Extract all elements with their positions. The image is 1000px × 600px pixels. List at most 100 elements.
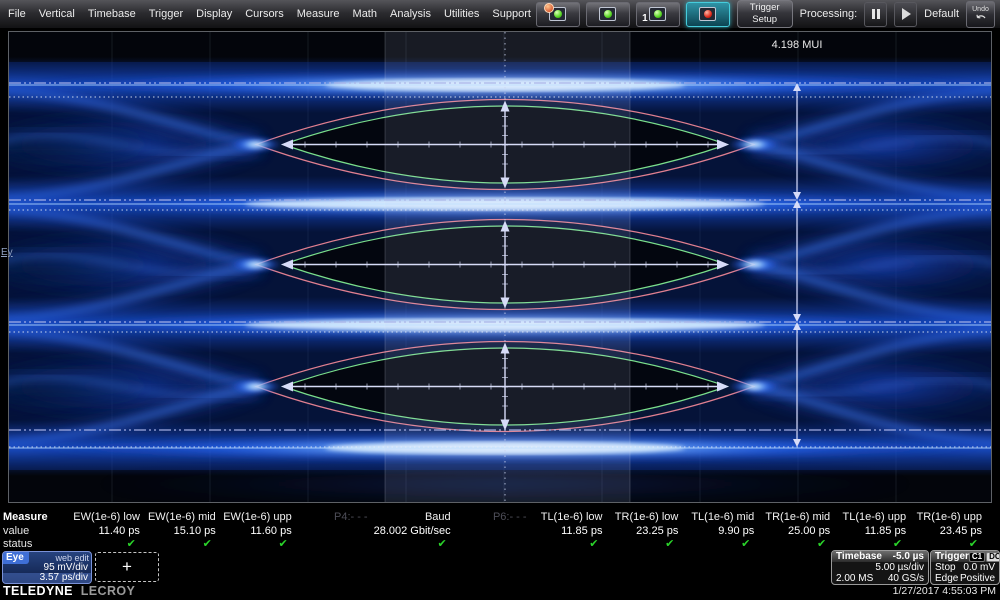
trace-name-tab[interactable]: Eye — [3, 552, 29, 564]
measure-col[interactable]: TR(1e-6) low23.25 ps✔ — [608, 511, 684, 550]
status-check-icon: ✔ — [222, 538, 298, 550]
green-indicator-dot — [654, 10, 662, 18]
measure-label: TL(1e-6) mid — [684, 511, 760, 525]
trigger-auto-button[interactable] — [536, 2, 580, 27]
timebase-descriptor[interactable]: Timebase -5.0 µs 5.00 µs/div 2.00 MS 40 … — [831, 550, 929, 585]
menu-item-cursors[interactable]: Cursors — [245, 8, 284, 20]
trigger-stop-button[interactable] — [686, 2, 730, 27]
measure-value: 11.85 ps — [533, 525, 609, 539]
red-indicator-dot — [704, 10, 712, 18]
trigger-descriptor[interactable]: Trigger C1 DC Stop 0.0 mV Edge Positive — [930, 550, 1000, 585]
trigger-setup-line1: Trigger — [738, 2, 792, 14]
trigger-coupling-badge: DC — [986, 552, 1000, 562]
status-check-icon: ✔ — [760, 538, 836, 550]
measure-label: P6:- - - — [457, 511, 533, 525]
resume-processing-button[interactable] — [894, 2, 917, 27]
status-check-icon: ✔ — [374, 538, 457, 550]
measure-col[interactable]: TL(1e-6) low11.85 ps✔ — [533, 511, 609, 550]
measure-label: EW(1e-6) mid — [146, 511, 222, 525]
measure-value: 9.90 ps — [684, 525, 760, 539]
eye-diagram-scene — [9, 32, 991, 502]
row-label-measure: Measure — [3, 511, 48, 525]
measure-columns: EW(1e-6) low11.40 ps✔EW(1e-6) mid15.10 p… — [70, 511, 988, 550]
measure-col[interactable]: TL(1e-6) upp11.85 ps✔ — [836, 511, 912, 550]
pause-processing-button[interactable] — [864, 2, 887, 27]
trigger-normal-button[interactable] — [586, 2, 630, 27]
measure-value: 25.00 ps — [760, 525, 836, 539]
stop-trigger-icon — [699, 7, 716, 21]
auto-trigger-icon — [549, 7, 566, 21]
menu-item-trigger[interactable]: Trigger — [149, 8, 183, 20]
trigger-single-button[interactable]: 1 — [636, 2, 680, 27]
measure-col[interactable]: EW(1e-6) low11.40 ps✔ — [70, 511, 146, 550]
normal-trigger-icon — [599, 7, 616, 21]
menu-item-math[interactable]: Math — [353, 8, 377, 20]
menu-item-utilities[interactable]: Utilities — [444, 8, 479, 20]
measure-col[interactable]: P4:- - - — [298, 511, 374, 550]
trace-tag-label[interactable]: Ey — [1, 247, 13, 258]
measure-value: 15.10 ps — [146, 525, 222, 539]
menu-item-display[interactable]: Display — [196, 8, 232, 20]
measure-col[interactable]: Baud28.002 Gbit/sec✔ — [374, 511, 457, 550]
plus-icon: + — [122, 557, 132, 577]
measure-value — [298, 525, 374, 539]
brand-teledyne: TELEDYNE — [3, 584, 73, 598]
menu-item-support[interactable]: Support — [492, 8, 531, 20]
menu-item-timebase[interactable]: Timebase — [88, 8, 136, 20]
timebase-scale: 5.00 µs/div — [875, 562, 924, 573]
pause-icon — [872, 9, 875, 19]
measure-col[interactable]: P6:- - - — [457, 511, 533, 550]
datetime-label: 1/27/2017 4:55:03 PM — [893, 585, 996, 597]
measure-value: 11.85 ps — [836, 525, 912, 539]
eye-diagram-plot[interactable]: 4.198 MUI — [8, 31, 992, 503]
mui-cursor-label: 4.198 MUI — [772, 39, 823, 51]
trace-horizontal-scale: 3.57 ps/div — [3, 573, 91, 583]
status-check-icon: ✔ — [608, 538, 684, 550]
measure-col[interactable]: TR(1e-6) mid25.00 ps✔ — [760, 511, 836, 550]
row-label-status: status — [3, 538, 48, 552]
measure-label: TR(1e-6) mid — [760, 511, 836, 525]
toolbar: 1 Trigger Setup Processing: Default Undo — [536, 0, 1000, 28]
measure-value: 28.002 Gbit/sec — [374, 525, 457, 539]
status-empty — [457, 538, 533, 550]
measure-value: 11.40 ps — [70, 525, 146, 539]
menu-item-analysis[interactable]: Analysis — [390, 8, 431, 20]
measure-value: 11.60 ps — [222, 525, 298, 539]
alarm-clock-icon — [544, 3, 554, 13]
measure-col[interactable]: EW(1e-6) upp11.60 ps✔ — [222, 511, 298, 550]
trigger-setup-line2: Setup — [738, 14, 792, 26]
undo-button[interactable]: Undo — [966, 1, 995, 28]
measure-label: TR(1e-6) upp — [912, 511, 988, 525]
measure-col[interactable]: EW(1e-6) mid15.10 ps✔ — [146, 511, 222, 550]
measure-col[interactable]: TR(1e-6) upp23.45 ps✔ — [912, 511, 988, 550]
brand-lecroy: LECROY — [81, 584, 136, 598]
status-check-icon: ✔ — [912, 538, 988, 550]
eye-trace-descriptor[interactable]: Eye web edit 95 mV/div 3.57 ps/div — [2, 551, 92, 584]
trigger-mode-buttons: 1 — [536, 2, 730, 27]
measure-label: TL(1e-6) low — [533, 511, 609, 525]
green-indicator-dot — [554, 10, 562, 18]
status-check-icon: ✔ — [146, 538, 222, 550]
eye-diagram-svg[interactable]: 4.198 MUI — [9, 32, 991, 502]
oscilloscope-app: { "menu": { "items": ["File","Vertical",… — [0, 0, 1000, 600]
trigger-slope: Positive — [960, 573, 995, 584]
single-count-badge: 1 — [642, 13, 648, 24]
measure-value — [457, 525, 533, 539]
menu-item-file[interactable]: File — [8, 8, 26, 20]
trigger-type: Edge — [935, 573, 958, 584]
measure-label: TR(1e-6) low — [608, 511, 684, 525]
measure-label: Baud — [374, 511, 457, 525]
measure-value: 23.45 ps — [912, 525, 988, 539]
trigger-setup-button[interactable]: Trigger Setup — [737, 0, 793, 28]
measure-table: Measure value status EW(1e-6) low11.40 p… — [0, 511, 1000, 551]
status-check-icon: ✔ — [684, 538, 760, 550]
measure-label: TL(1e-6) upp — [836, 511, 912, 525]
trigger-level: 0.0 mV — [963, 562, 995, 573]
trigger-title: Trigger — [935, 551, 969, 562]
menu-item-measure[interactable]: Measure — [297, 8, 340, 20]
measure-col[interactable]: TL(1e-6) mid9.90 ps✔ — [684, 511, 760, 550]
menu-item-vertical[interactable]: Vertical — [39, 8, 75, 20]
menu-bar: File Vertical Timebase Trigger Display Cursor… — [0, 0, 1000, 28]
measure-label: EW(1e-6) upp — [222, 511, 298, 525]
add-trace-button[interactable]: + — [95, 552, 159, 582]
